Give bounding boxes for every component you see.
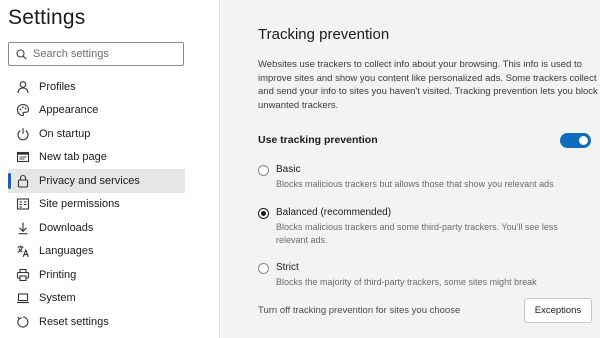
tracking-description: Websites use trackers to collect info ab… — [258, 59, 598, 111]
sidebar-item-label: On startup — [39, 127, 91, 140]
option-title: Basic — [276, 164, 301, 175]
power-icon — [16, 127, 30, 141]
printer-icon — [16, 268, 30, 282]
page-title: Tracking prevention — [258, 26, 390, 43]
toggle-knob — [579, 136, 588, 145]
sidebar-item-on-startup[interactable]: On startup — [8, 122, 185, 146]
sidebar-item-privacy-and-services[interactable]: Privacy and services — [8, 169, 185, 193]
sidebar-item-downloads[interactable]: Downloads — [8, 216, 185, 240]
sidebar-nav: Profiles Appearance On startup New tab p… — [8, 75, 185, 334]
tracking-toggle-label: Use tracking prevention — [258, 134, 378, 146]
radio-strict[interactable] — [258, 263, 269, 274]
settings-sidebar: Settings Profiles Appearance On startup — [0, 0, 220, 338]
sidebar-item-languages[interactable]: Languages — [8, 240, 185, 264]
radio-basic[interactable] — [258, 165, 269, 176]
sidebar-item-label: System — [39, 292, 76, 305]
option-description: Blocks malicious trackers and some third… — [276, 222, 558, 245]
lock-icon — [16, 174, 30, 188]
site-permissions-icon — [16, 197, 30, 211]
sidebar-item-site-permissions[interactable]: Site permissions — [8, 193, 185, 217]
option-description: Blocks malicious trackers but allows tho… — [276, 179, 554, 189]
sidebar-item-label: Downloads — [39, 221, 94, 234]
search-box[interactable] — [8, 42, 184, 66]
radio-dot — [261, 211, 266, 216]
sidebar-item-label: Languages — [39, 245, 94, 258]
laptop-icon — [16, 291, 30, 305]
sidebar-item-label: Reset settings — [39, 315, 109, 328]
sidebar-item-printing[interactable]: Printing — [8, 263, 185, 287]
search-icon — [16, 48, 27, 60]
exceptions-button[interactable]: Exceptions — [524, 298, 592, 323]
radio-balanced[interactable] — [258, 208, 269, 219]
sidebar-item-label: Privacy and services — [39, 174, 140, 187]
option-title: Balanced (recommended) — [276, 207, 392, 218]
download-icon — [16, 221, 30, 235]
sidebar-item-appearance[interactable]: Appearance — [8, 99, 185, 123]
option-description: Blocks the majority of third-party track… — [276, 277, 537, 287]
settings-title: Settings — [8, 6, 86, 29]
sidebar-item-label: New tab page — [39, 151, 107, 164]
reset-icon — [16, 315, 30, 329]
exceptions-description: Turn off tracking prevention for sites y… — [258, 305, 461, 316]
search-input[interactable] — [33, 48, 173, 60]
sidebar-item-profiles[interactable]: Profiles — [8, 75, 185, 99]
sidebar-item-label: Site permissions — [39, 198, 120, 211]
palette-icon — [16, 103, 30, 117]
option-title: Strict — [276, 262, 299, 273]
settings-content: Tracking prevention Websites use tracker… — [221, 0, 600, 338]
sidebar-item-label: Profiles — [39, 80, 76, 93]
sidebar-item-reset-settings[interactable]: Reset settings — [8, 310, 185, 334]
languages-icon — [16, 244, 30, 258]
tracking-prevention-toggle[interactable] — [560, 133, 591, 148]
new-tab-icon — [16, 150, 30, 164]
sidebar-item-new-tab-page[interactable]: New tab page — [8, 146, 185, 170]
sidebar-item-system[interactable]: System — [8, 287, 185, 311]
sidebar-item-label: Printing — [39, 268, 77, 281]
person-icon — [16, 80, 30, 94]
sidebar-item-label: Appearance — [39, 104, 99, 117]
